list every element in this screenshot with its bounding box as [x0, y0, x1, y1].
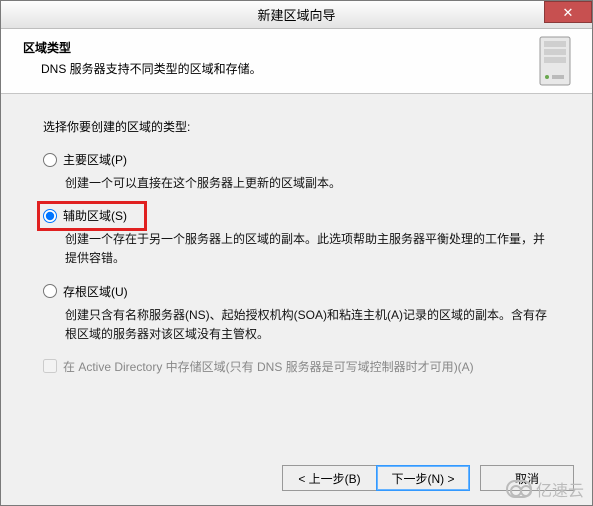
- radio-secondary-zone[interactable]: [43, 209, 57, 223]
- option-label: 辅助区域(S): [63, 207, 127, 224]
- ad-storage-checkbox-row: 在 Active Directory 中存储区域(只有 DNS 服务器是可写域控…: [43, 358, 550, 375]
- header-subtitle: DNS 服务器支持不同类型的区域和存储。: [41, 60, 576, 77]
- header-title: 区域类型: [23, 39, 576, 56]
- option-desc: 创建一个存在于另一个服务器上的区域的副本。此选项帮助主服务器平衡处理的工作量，并…: [65, 230, 550, 268]
- radio-primary-zone[interactable]: [43, 153, 57, 167]
- header-panel: 区域类型 DNS 服务器支持不同类型的区域和存储。: [1, 29, 592, 94]
- close-button[interactable]: ✕: [544, 1, 592, 23]
- zone-type-options: 主要区域(P) 创建一个可以直接在这个服务器上更新的区域副本。 辅助区域(S) …: [43, 151, 550, 375]
- radio-stub-zone[interactable]: [43, 284, 57, 298]
- window-title: 新建区域向导: [257, 5, 335, 24]
- close-icon: ✕: [563, 6, 574, 19]
- back-button[interactable]: < 上一步(B): [282, 465, 376, 491]
- ad-storage-checkbox: [43, 359, 57, 373]
- content-area: 选择你要创建的区域的类型: 主要区域(P) 创建一个可以直接在这个服务器上更新的…: [1, 94, 592, 385]
- wizard-window: 新建区域向导 ✕ 区域类型 DNS 服务器支持不同类型的区域和存储。 选择你要创…: [0, 0, 593, 506]
- option-desc: 创建一个可以直接在这个服务器上更新的区域副本。: [65, 174, 550, 193]
- option-label: 主要区域(P): [63, 151, 127, 168]
- cancel-button[interactable]: 取消: [480, 465, 574, 491]
- button-bar: < 上一步(B) 下一步(N) > 取消: [282, 465, 574, 491]
- prompt-text: 选择你要创建的区域的类型:: [43, 118, 550, 135]
- next-button[interactable]: 下一步(N) >: [376, 465, 470, 491]
- option-label: 存根区域(U): [63, 283, 128, 300]
- option-primary-zone[interactable]: 主要区域(P): [43, 151, 550, 168]
- nav-button-group: < 上一步(B) 下一步(N) >: [282, 465, 470, 491]
- ad-storage-label: 在 Active Directory 中存储区域(只有 DNS 服务器是可写域控…: [63, 358, 474, 375]
- option-desc: 创建只含有名称服务器(NS)、起始授权机构(SOA)和粘连主机(A)记录的区域的…: [65, 306, 550, 344]
- titlebar: 新建区域向导 ✕: [1, 1, 592, 29]
- server-icon: [536, 35, 574, 87]
- option-secondary-zone[interactable]: 辅助区域(S): [43, 207, 550, 224]
- option-stub-zone[interactable]: 存根区域(U): [43, 283, 550, 300]
